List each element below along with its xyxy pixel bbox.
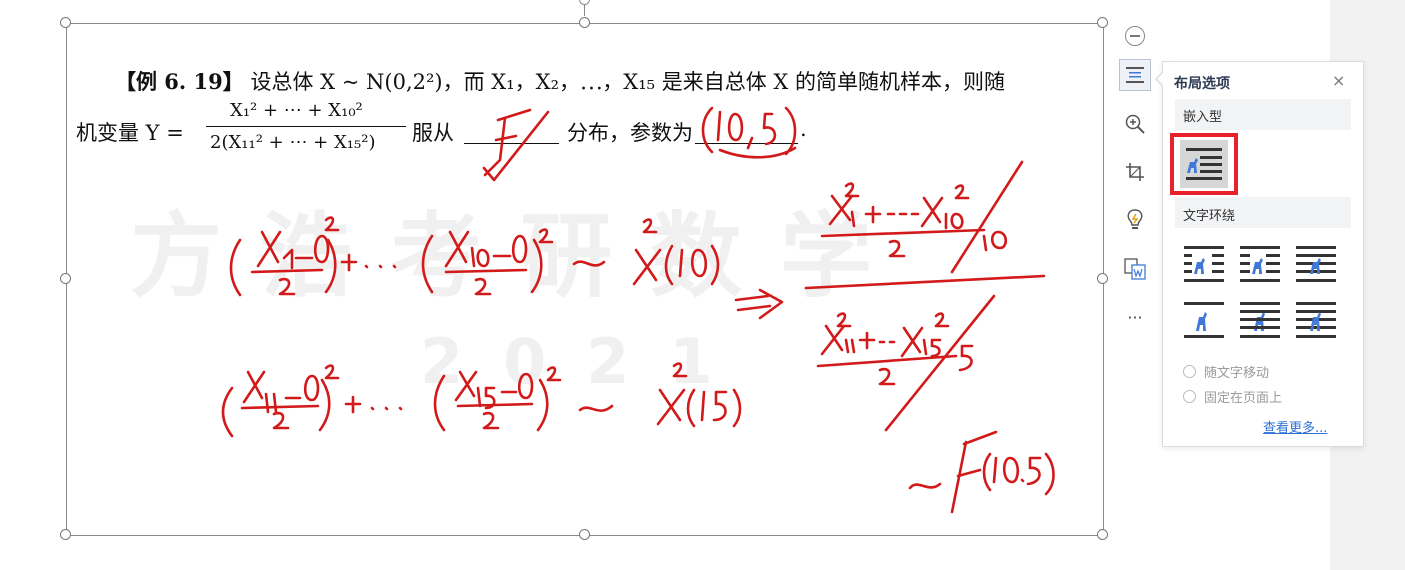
wrap-square-icon — [1184, 246, 1224, 282]
implies-arrow — [734, 288, 784, 320]
resize-handle-top[interactable] — [579, 17, 590, 28]
zoom-image-button[interactable] — [1119, 108, 1151, 140]
lightbulb-icon — [1127, 209, 1143, 229]
resize-handle-bottom[interactable] — [579, 529, 590, 540]
layout-top-bottom-option[interactable] — [1180, 296, 1228, 344]
rotate-stem — [584, 4, 585, 16]
wrap-top-bottom-icon — [1184, 302, 1224, 338]
answer-params-mark — [701, 106, 797, 159]
resize-handle-left[interactable] — [60, 273, 71, 284]
wrap-through-icon — [1296, 246, 1336, 282]
layout-behind-text-option[interactable] — [1236, 296, 1284, 344]
resize-handle-bottom-left[interactable] — [60, 529, 71, 540]
radio-circle[interactable] — [1183, 390, 1196, 403]
red-highlight-annotation — [1170, 133, 1238, 195]
wrap-tight-icon — [1240, 246, 1280, 282]
f-distribution-derivation — [804, 160, 1055, 514]
resize-handle-top-right[interactable] — [1097, 17, 1108, 28]
image-to-text-button[interactable] — [1119, 253, 1151, 285]
chi-square-5-derivation — [221, 362, 742, 438]
crop-icon — [1126, 163, 1144, 181]
panel-title: 布局选项 — [1174, 76, 1230, 92]
collapse-toolbar-button[interactable] — [1125, 26, 1145, 46]
resize-handle-top-left[interactable] — [60, 17, 71, 28]
image-effects-button[interactable] — [1119, 204, 1151, 236]
section-inline-label: 嵌入型 — [1183, 110, 1223, 125]
crop-button[interactable] — [1119, 156, 1151, 188]
resize-handle-bottom-right[interactable] — [1097, 529, 1108, 540]
panel-close-button[interactable]: × — [1332, 71, 1345, 90]
layout-options-button[interactable] — [1119, 59, 1151, 91]
zoom-in-icon — [1125, 114, 1145, 134]
radio-circle[interactable] — [1183, 365, 1196, 378]
chi-square-10-derivation — [229, 216, 720, 297]
section-wrap-label: 文字环绕 — [1183, 209, 1236, 224]
minus-icon — [1130, 35, 1140, 37]
layout-options-icon — [1126, 67, 1144, 83]
answer-f-mark — [482, 108, 550, 182]
radio-fix-on-page[interactable]: 固定在页面上 — [1183, 387, 1282, 406]
wrap-in-front-icon — [1296, 302, 1336, 338]
panel-caret-fill — [1157, 73, 1163, 85]
see-more-link[interactable]: 查看更多... — [1263, 417, 1327, 436]
wrap-behind-text-icon — [1240, 302, 1280, 338]
more-tools-button[interactable]: ··· — [1119, 301, 1151, 333]
layout-square-option[interactable] — [1180, 240, 1228, 288]
convert-document-icon — [1124, 258, 1146, 280]
layout-tight-option[interactable] — [1236, 240, 1284, 288]
layout-through-option[interactable] — [1292, 240, 1340, 288]
resize-handle-right[interactable] — [1097, 273, 1108, 284]
layout-in-front-option[interactable] — [1292, 296, 1340, 344]
radio-move-with-text-label: 随文字移动 — [1204, 366, 1270, 381]
radio-fix-on-page-label: 固定在页面上 — [1204, 391, 1283, 406]
radio-move-with-text[interactable]: 随文字移动 — [1183, 362, 1269, 381]
